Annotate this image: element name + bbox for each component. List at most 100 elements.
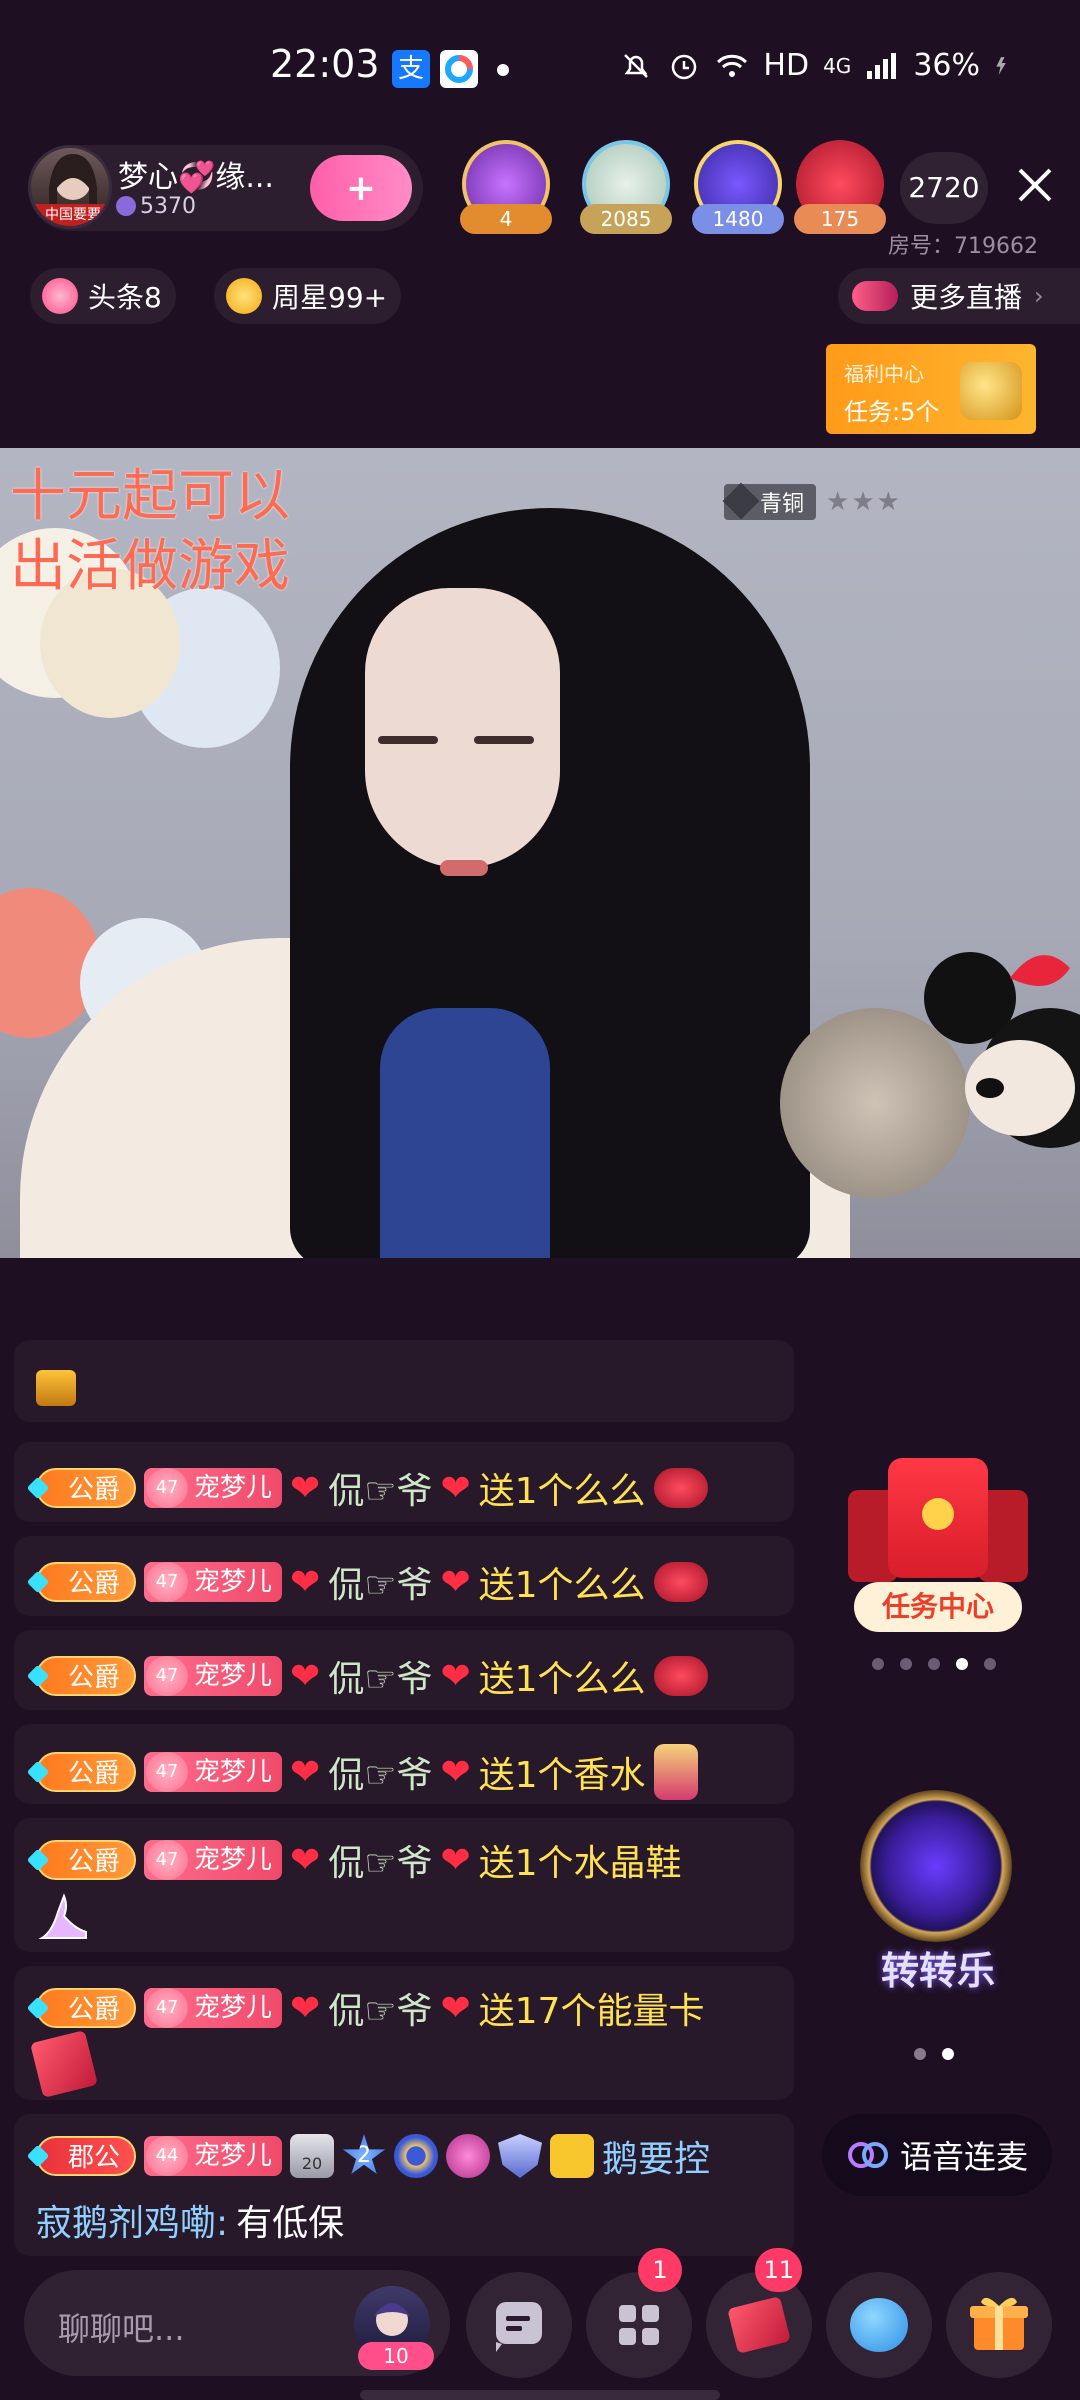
apps-button[interactable]: 1	[586, 2248, 692, 2378]
follow-button[interactable]: +	[310, 155, 412, 221]
carousel-dot-active	[956, 1658, 968, 1670]
overlay-line-1: 十元起可以	[10, 464, 290, 529]
voice-link-button[interactable]: 语音连麦	[822, 2114, 1052, 2196]
compass-icon	[394, 2134, 439, 2178]
fan-club-badge: 47 宠梦儿	[144, 1988, 283, 2028]
alarm-icon	[672, 54, 697, 79]
chat-list-item[interactable]: 公爵 47 宠梦儿 ❤ 侃☞爷 ❤ 送17个能量卡	[14, 1966, 794, 2100]
message-button[interactable]	[466, 2272, 572, 2378]
fan-badge-value: 4	[460, 204, 552, 234]
live-video[interactable]: 十元起可以 出活做游戏 青铜 ★★★	[0, 448, 1080, 1258]
heart-icon: ❤	[290, 1839, 321, 1881]
chat-list-item[interactable]: 郡公 44 宠梦儿 20 2 鹅要控 寂鹅剂鸡嘞: 有低保	[14, 2114, 794, 2256]
live-avatars-icon	[852, 281, 898, 311]
overlay-line-2: 出活做游戏	[10, 534, 290, 599]
fan-badge-value: 1480	[692, 204, 784, 234]
more-live-button[interactable]: 更多直播 ›	[838, 268, 1080, 324]
chat-username[interactable]: 侃☞爷	[328, 1556, 432, 1608]
notification-dot	[497, 64, 509, 76]
close-icon[interactable]	[1010, 160, 1060, 210]
heart-icon: ❤	[440, 1561, 471, 1603]
spin-carousel-dots	[914, 2048, 954, 2060]
star-level-icon: 2	[342, 2134, 386, 2175]
mouse-plush-icon	[924, 952, 1080, 1148]
popularity-icon	[116, 196, 136, 216]
welfare-center[interactable]: 福利中心 任务:5个	[826, 344, 1036, 434]
heart-icon: ❤	[440, 1987, 471, 2029]
mute-icon	[624, 53, 649, 78]
energy-card-button[interactable]: 11	[706, 2248, 812, 2378]
noble-badge: 公爵	[36, 1468, 137, 1508]
voice-link-label: 语音连麦	[899, 2138, 1028, 2176]
treasure-chest-icon	[960, 362, 1022, 420]
perfume-icon	[653, 1744, 698, 1800]
chat-username[interactable]: 鹅要控	[602, 2130, 710, 2182]
rank-badge[interactable]: 青铜 ★★★	[724, 484, 902, 520]
chat-username[interactable]: 侃☞爷	[328, 1834, 432, 1886]
task-carousel-dots	[872, 1658, 996, 1670]
status-bar: 22:03 支 HD 4G 36%	[0, 0, 1080, 130]
star-icon	[226, 278, 262, 314]
fan-club-badge: 47 宠梦儿	[144, 1840, 283, 1880]
headline-chip[interactable]: 头条8	[30, 268, 176, 324]
heart-icon: ❤	[440, 1751, 471, 1793]
host-name: 梦心💞缘...	[118, 160, 274, 195]
heart-icon: ❤	[290, 1987, 321, 2029]
task-center-widget[interactable]: 任务中心	[848, 1458, 1028, 1636]
person-hair	[290, 508, 810, 1258]
carousel-dot	[900, 1658, 912, 1670]
heart-icon: ❤	[290, 1467, 321, 1509]
host-avatar-tag: 中国要要	[31, 204, 109, 226]
chat-list-item[interactable]: 公爵 47 宠梦儿 ❤ 侃☞爷 ❤ 送1个么么	[14, 1536, 794, 1616]
fan-badge-3[interactable]: 1480	[686, 140, 790, 236]
chat-list-item[interactable]: 公爵 47 宠梦儿 ❤ 侃☞爷 ❤ 送1个水晶鞋	[14, 1818, 794, 1952]
fan-club-badge: 47 宠梦儿	[144, 1752, 283, 1792]
room-id: 房号：719662	[888, 234, 1038, 259]
chat-username[interactable]: 侃☞爷	[328, 1982, 432, 2034]
wifi-icon	[717, 54, 748, 77]
fan-badge-2[interactable]: 2085	[574, 140, 678, 236]
chat-input-placeholder: 聊聊吧...	[58, 2310, 185, 2348]
network-label: HD	[763, 48, 810, 83]
weekly-star-chip[interactable]: 周星99+	[214, 268, 402, 324]
heart-gem-icon	[446, 2134, 491, 2178]
game-button[interactable]	[826, 2272, 932, 2378]
chat-list-item[interactable]: 公爵 47 宠梦儿 ❤ 侃☞爷 ❤ 送1个香水	[14, 1724, 794, 1804]
flame-icon	[42, 278, 78, 314]
link-icon	[847, 2142, 888, 2168]
crystal-shoe-icon	[38, 1893, 87, 1939]
user-card-icon	[550, 2134, 595, 2178]
noble-badge: 公爵	[36, 1656, 137, 1696]
carousel-dot	[872, 1658, 884, 1670]
viewer-count[interactable]: 2720	[900, 152, 988, 224]
gift-button[interactable]	[946, 2272, 1052, 2378]
headline-label: 头条8	[88, 281, 162, 314]
fan-badge-4[interactable]: 175	[788, 140, 892, 236]
heart-icon: ❤	[440, 1655, 471, 1697]
chat-username[interactable]: 侃☞爷	[328, 1462, 432, 1514]
chat-input[interactable]: 聊聊吧... 10	[24, 2270, 450, 2376]
noble-badge: 郡公	[36, 2136, 137, 2176]
chat-username[interactable]: 侃☞爷	[328, 1746, 432, 1798]
home-indicator[interactable]	[360, 2390, 720, 2400]
fan-badge-1[interactable]: 4	[454, 140, 558, 236]
my-level-badge: 10	[358, 2342, 434, 2370]
host-avatar[interactable]: 中国要要	[28, 145, 112, 229]
gift-message: 送1个么么	[478, 1659, 646, 1700]
lips-icon	[653, 1562, 708, 1602]
spin-game-widget[interactable]: 转转乐	[848, 1790, 1028, 2010]
carousel-dot-active	[942, 2048, 954, 2060]
apps-badge: 1	[638, 2248, 682, 2292]
rank-stars: ★★★	[826, 487, 902, 517]
chat-message-text: 有低保	[236, 2203, 345, 2244]
gift-message: 送1个么么	[478, 1471, 646, 1512]
fan-club-badge: 44 宠梦儿	[144, 2136, 283, 2176]
chat-username[interactable]: 侃☞爷	[328, 1650, 432, 1702]
chat-list-item[interactable]: 公爵 47 宠梦儿 ❤ 侃☞爷 ❤ 送1个么么	[14, 1630, 794, 1710]
person-eye	[378, 736, 438, 744]
gift-message: 送1个水晶鞋	[478, 1843, 682, 1884]
chat-list-item[interactable]: 公爵 47 宠梦儿 ❤ 侃☞爷 ❤ 送1个么么	[14, 1442, 794, 1522]
app-notification-icon	[440, 50, 478, 88]
chat-username-continued[interactable]: 寂鹅剂鸡嘞:	[36, 2194, 228, 2246]
status-right: HD 4G 36%	[619, 48, 1014, 83]
